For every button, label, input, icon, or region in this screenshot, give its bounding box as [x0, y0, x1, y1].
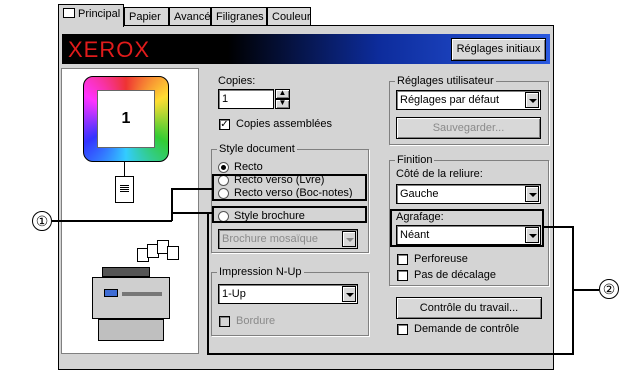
radio-recto[interactable] [218, 162, 229, 173]
no-offset-checkbox[interactable] [397, 270, 408, 281]
tab-principal[interactable]: Principal [58, 4, 124, 27]
callout-box-brochure [212, 206, 367, 223]
job-control-button[interactable]: Contrôle du travail... [396, 297, 542, 319]
perforation-checkbox[interactable] [397, 254, 408, 265]
border-checkbox[interactable] [219, 316, 230, 327]
callout-marker-two: ② [599, 279, 619, 299]
binding-select[interactable]: Gauche [396, 184, 541, 204]
callout-line-one [52, 220, 172, 222]
border-label: Bordure [236, 315, 276, 327]
nup-select[interactable]: 1-Up [218, 284, 358, 304]
request-control-checkbox[interactable] [397, 324, 408, 335]
callout-box-stapling [390, 209, 544, 247]
copier-machine-icon [82, 267, 178, 345]
stepper-down-icon[interactable]: ▼ [275, 99, 290, 109]
nup-group [211, 272, 369, 336]
copies-label: Copies: [218, 75, 256, 87]
no-offset-label: Pas de décalage [414, 269, 496, 281]
radio-recto-label: Recto [234, 161, 263, 173]
finition-title: Finition [395, 154, 435, 166]
nup-title: Impression N-Up [217, 266, 304, 278]
color-page-preview: 1 [83, 76, 169, 162]
collate-label: Copies assemblées [236, 118, 332, 130]
user-settings-select[interactable]: Réglages par défaut [396, 90, 541, 110]
printer-icon [63, 8, 75, 18]
brochure-select[interactable]: Brochure mosaïque [218, 229, 358, 249]
request-control-label: Demande de contrôle [414, 323, 520, 335]
reset-settings-button[interactable]: Réglages initiaux [451, 38, 546, 61]
binding-label: Côté de la reliure: [396, 168, 483, 180]
copies-input[interactable]: 1 [218, 89, 274, 109]
perforation-label: Perforeuse [414, 253, 468, 265]
tab-papier[interactable]: Papier [124, 7, 169, 26]
callout-box-duplex [212, 174, 367, 201]
tab-filigranes[interactable]: Filigranes [211, 7, 267, 26]
tab-avance[interactable]: Avancé [169, 7, 211, 26]
save-settings-button[interactable]: Sauvegarder... [396, 117, 541, 139]
tab-couleur[interactable]: Couleur [267, 7, 311, 26]
preview-page-number: 1 [121, 110, 131, 127]
document-icon [115, 176, 134, 203]
callout-marker-one: ① [32, 211, 52, 231]
style-document-title: Style document [217, 143, 297, 155]
chevron-down-icon [342, 231, 356, 247]
brand-logo: XEROX [68, 37, 151, 62]
chevron-down-icon [525, 92, 539, 108]
chevron-down-icon [342, 286, 356, 302]
collate-checkbox[interactable]: ✓ [219, 119, 230, 130]
chevron-down-icon [525, 186, 539, 202]
copies-stepper[interactable]: ▲ ▼ [275, 89, 290, 109]
user-settings-title: Réglages utilisateur [395, 75, 496, 87]
stacked-pages-icon [137, 240, 185, 264]
preview-connector [124, 162, 125, 176]
